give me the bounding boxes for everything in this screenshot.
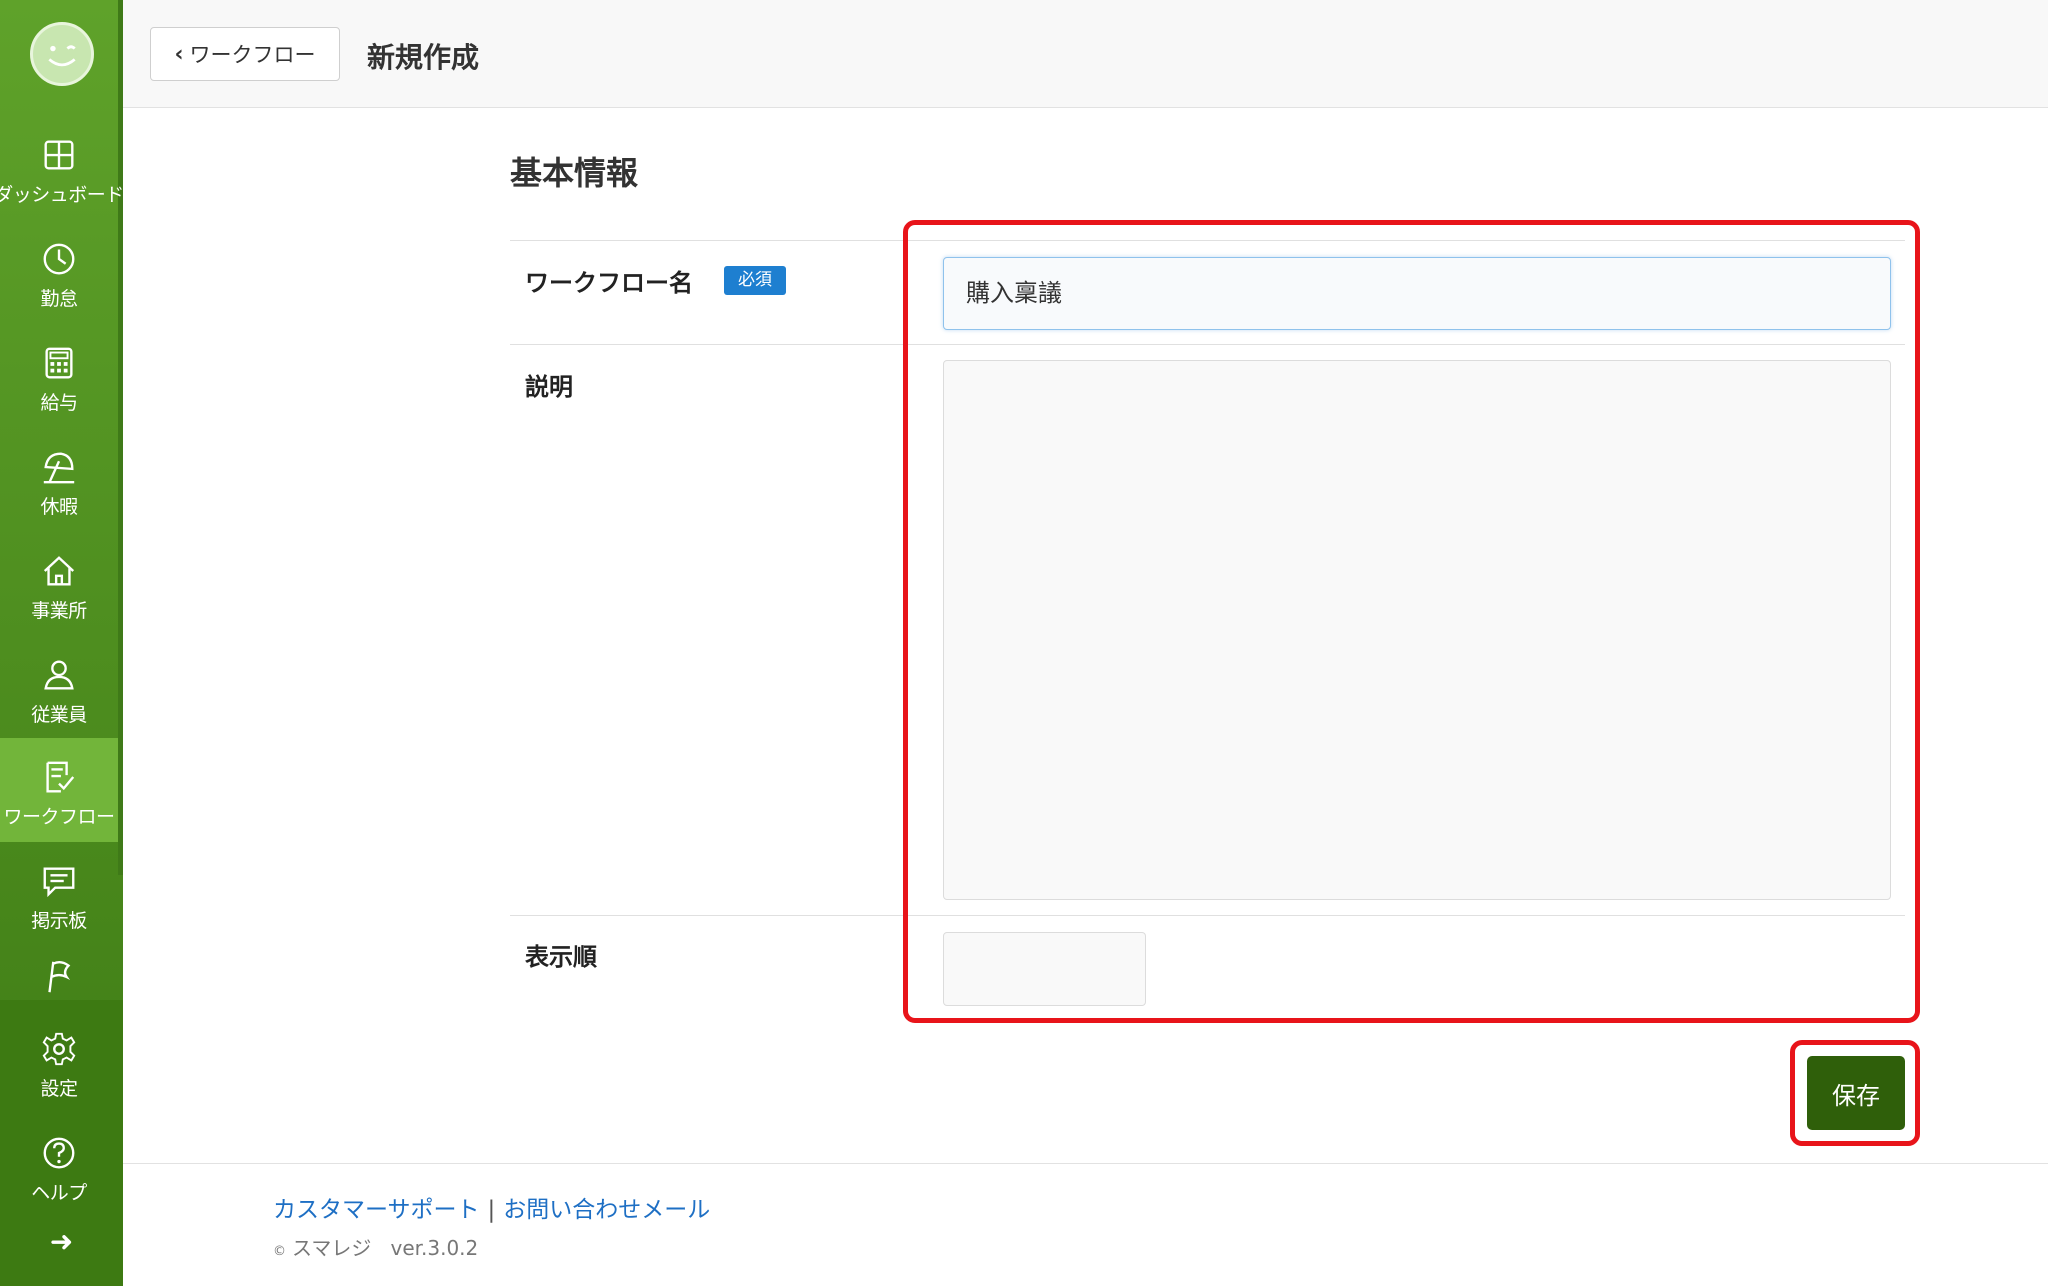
- contact-mail-link[interactable]: お問い合わせメール: [503, 1197, 710, 1223]
- sidebar-item-payroll[interactable]: 給与: [0, 324, 118, 428]
- sidebar-scrollbar[interactable]: [118, 0, 123, 875]
- expand-sidebar-arrow-icon[interactable]: ➜: [0, 1225, 123, 1258]
- sidebar-item-label: 従業員: [31, 704, 87, 726]
- sidebar-item-label: ワークフロー: [3, 806, 115, 828]
- version-text: ver.3.0.2: [390, 1236, 479, 1260]
- form-highlight-box: [903, 220, 1920, 1023]
- page-title: 新規作成: [367, 41, 480, 74]
- workflow-name-label: ワークフロー名: [525, 269, 693, 297]
- umbrella-icon: [43, 452, 75, 484]
- sidebar-item-attendance[interactable]: 勤怠: [0, 220, 118, 324]
- header: ‹ ワークフロー 新規作成: [123, 0, 2048, 108]
- sidebar-item-workflow[interactable]: ワークフロー: [0, 738, 118, 842]
- sidebar-item-label: 設定: [40, 1078, 78, 1100]
- checklist-icon: [46, 761, 75, 793]
- sidebar-item-help[interactable]: ヘルプ: [0, 1114, 118, 1218]
- sidebar-item-label: 掲示板: [31, 910, 87, 932]
- sidebar: ダッシュボード 勤怠 給与 休暇 事業所 従業員 ワークフロー 掲示板 設定 ヘ…: [0, 0, 124, 1286]
- sidebar-item-leave[interactable]: 休暇: [0, 428, 118, 532]
- sidebar-item-office[interactable]: 事業所: [0, 532, 118, 636]
- smiley-logo-icon: [48, 45, 76, 67]
- footer-copyright: © スマレジ ver.3.0.2: [273, 1232, 478, 1261]
- sidebar-item-dashboard[interactable]: ダッシュボード: [0, 116, 124, 220]
- footer-links: カスタマーサポート | お問い合わせメール: [273, 1190, 710, 1224]
- footer-separator: |: [487, 1197, 496, 1223]
- back-button-label: ワークフロー: [189, 43, 316, 67]
- copyright-text: スマレジ: [292, 1236, 372, 1260]
- sidebar-item-flag[interactable]: [0, 946, 118, 1002]
- customer-support-link[interactable]: カスタマーサポート: [273, 1197, 480, 1223]
- copyright-icon: ©: [273, 1244, 286, 1259]
- chevron-left-icon: ‹: [174, 41, 184, 67]
- dashboard-icon: [44, 140, 74, 170]
- message-icon: [43, 867, 75, 898]
- required-badge: 必須: [724, 266, 786, 295]
- gear-icon: [42, 1032, 76, 1066]
- sidebar-item-label: 勤怠: [40, 288, 78, 310]
- sidebar-item-settings[interactable]: 設定: [0, 1010, 118, 1114]
- calculator-icon: [45, 347, 73, 379]
- sidebar-item-employees[interactable]: 従業員: [0, 636, 118, 740]
- home-icon: [43, 556, 75, 586]
- sidebar-item-label: 事業所: [31, 600, 87, 622]
- save-button[interactable]: 保存: [1807, 1056, 1905, 1130]
- section-title: 基本情報: [510, 154, 639, 192]
- sidebar-item-label: ダッシュボード: [0, 184, 124, 206]
- person-icon: [44, 660, 74, 690]
- sidebar-item-label: 休暇: [40, 496, 78, 518]
- clock-icon: [43, 243, 75, 275]
- display-order-label: 表示順: [525, 943, 597, 971]
- footer-divider: [123, 1163, 2048, 1164]
- sidebar-item-label: 給与: [40, 392, 78, 414]
- sidebar-item-label: ヘルプ: [31, 1182, 87, 1204]
- flag-icon: [48, 960, 71, 993]
- help-icon: [43, 1137, 75, 1169]
- sidebar-item-bulletin[interactable]: 掲示板: [0, 842, 118, 946]
- description-label: 説明: [525, 373, 573, 401]
- app-logo[interactable]: [30, 22, 94, 86]
- back-button[interactable]: ‹ ワークフロー: [150, 27, 340, 81]
